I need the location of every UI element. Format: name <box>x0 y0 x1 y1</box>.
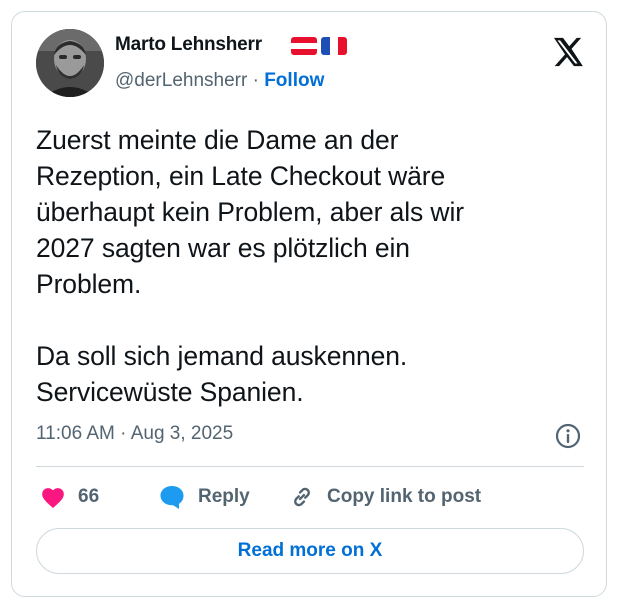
tweet-text: Zuerst meinte die Dame an der Rezeption,… <box>36 122 596 410</box>
austria-flag-icon <box>291 37 317 55</box>
reply-bubble-icon <box>160 486 184 509</box>
author-handle-row: @derLehnsherr · Follow <box>115 70 324 92</box>
tweet-card: Marto Lehnsherr @derLehnsherr · Follow Z… <box>11 11 607 597</box>
tweet-line: Servicewüste Spanien. <box>36 377 304 407</box>
like-button[interactable]: 66 <box>40 482 99 512</box>
avatar[interactable] <box>36 29 104 97</box>
reply-label: Reply <box>198 486 250 507</box>
author-name[interactable]: Marto Lehnsherr <box>115 34 262 56</box>
divider <box>36 466 584 467</box>
tweet-line: überhaupt kein Problem, aber als wir <box>36 197 464 227</box>
handle-separator: · <box>252 70 259 91</box>
tweet-line: Zuerst meinte die Dame an der <box>36 125 399 155</box>
copy-link-label: Copy link to post <box>327 486 482 507</box>
france-flag-icon <box>321 37 347 55</box>
tweet-line: 2027 sagten war es plötzlich ein <box>36 233 410 263</box>
tweet-line: Problem. <box>36 269 142 299</box>
copy-link-button[interactable]: Copy link to post <box>289 482 481 512</box>
tweet-line: Rezeption, ein Late Checkout wäre <box>36 161 446 191</box>
info-icon[interactable] <box>554 422 582 450</box>
reply-button[interactable]: Reply <box>158 482 250 512</box>
tweet-timestamp[interactable]: 11:06 AM · Aug 3, 2025 <box>36 423 233 445</box>
author-flags <box>291 37 347 55</box>
x-logo-icon[interactable] <box>550 35 584 69</box>
follow-button[interactable]: Follow <box>264 70 324 91</box>
author-handle[interactable]: @derLehnsherr <box>115 70 247 91</box>
tweet-line: Da soll sich jemand auskennen. <box>36 341 408 371</box>
link-icon <box>294 487 310 507</box>
read-more-button[interactable]: Read more on X <box>36 528 584 574</box>
heart-icon <box>42 488 64 509</box>
action-bar: 66 Reply Copy link to post <box>36 482 584 512</box>
like-count: 66 <box>78 486 100 507</box>
